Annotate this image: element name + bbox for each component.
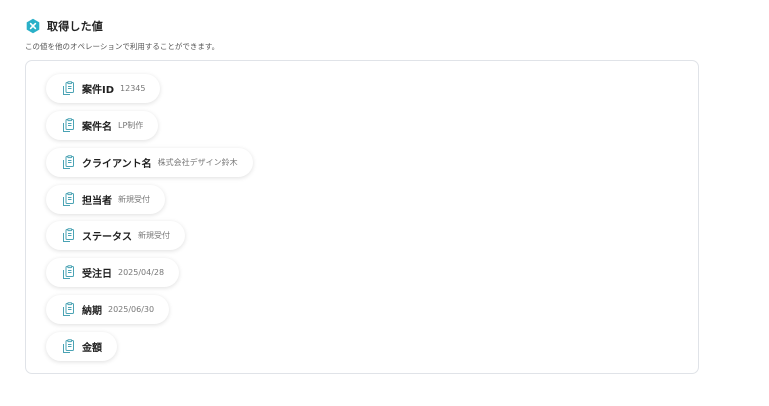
value-key: クライアント名: [82, 159, 152, 170]
value-chip-case-name[interactable]: 案件名 LP制作: [46, 111, 159, 140]
clipboard-copy-icon: [61, 81, 76, 96]
section-title: 取得した値: [47, 20, 103, 33]
value-chip-deadline[interactable]: 納期 2025/06/30: [46, 295, 170, 324]
clipboard-copy-icon: [61, 228, 76, 243]
section-description: この値を他のオペレーションで利用することができます。: [25, 42, 220, 51]
value-key: 納期: [82, 306, 102, 317]
value-text: LP制作: [118, 121, 144, 130]
value-key: 案件名: [82, 122, 112, 133]
value-chip-assignee[interactable]: 担当者 新規受付: [46, 185, 165, 214]
value-chip-order-date[interactable]: 受注日 2025/04/28: [46, 258, 180, 287]
value-chip-case-id[interactable]: 案件ID 12345: [46, 74, 161, 103]
value-text: 新規受付: [118, 195, 150, 204]
clipboard-copy-icon: [61, 339, 76, 354]
value-text: 2025/06/30: [108, 305, 155, 314]
clipboard-copy-icon: [61, 265, 76, 280]
value-text: 12345: [120, 84, 146, 93]
clipboard-copy-icon: [61, 302, 76, 317]
value-chip-amount[interactable]: 金額: [46, 332, 117, 361]
clipboard-copy-icon: [61, 192, 76, 207]
value-text: 株式会社デザイン鈴木: [157, 158, 238, 167]
value-key: 案件ID: [82, 85, 115, 96]
section-header: 取得した値: [25, 18, 103, 34]
value-text: 新規受付: [138, 231, 170, 240]
hexagon-x-icon: [25, 18, 41, 34]
value-chip-client-name[interactable]: クライアント名 株式会社デザイン鈴木: [46, 148, 253, 177]
value-key: 受注日: [82, 269, 112, 280]
values-panel: 案件ID 12345 案件名 LP制作 クライアント名 株式会社デザイン鈴木 担…: [25, 60, 699, 374]
value-key: ステータス: [82, 232, 132, 243]
value-key: 金額: [82, 343, 102, 354]
value-text: 2025/04/28: [118, 268, 165, 277]
value-chip-status[interactable]: ステータス 新規受付: [46, 221, 185, 250]
clipboard-copy-icon: [61, 155, 76, 170]
value-key: 担当者: [82, 196, 112, 207]
clipboard-copy-icon: [61, 118, 76, 133]
